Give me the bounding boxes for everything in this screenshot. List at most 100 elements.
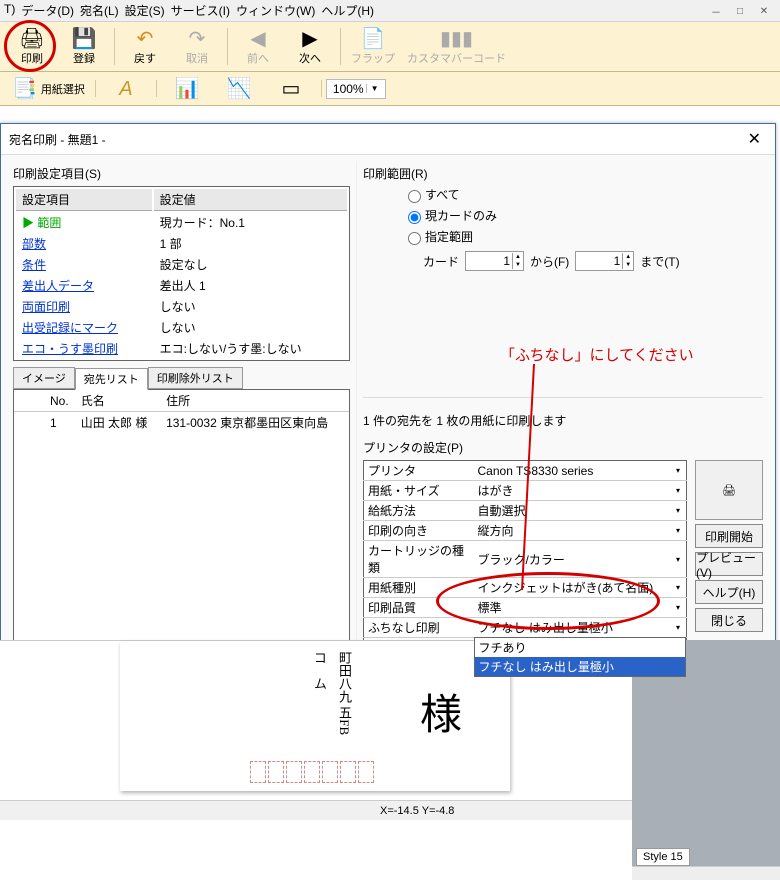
help-button[interactable]: ヘルプ(H) [695, 580, 763, 604]
scrollbar[interactable] [632, 866, 780, 880]
card-label: カード [423, 253, 459, 270]
dialog-close-button[interactable]: ✕ [742, 129, 767, 149]
printer-setting-row[interactable]: 印刷の向き縦方向▾ [364, 521, 687, 541]
doc-icon: ▭ [281, 78, 300, 100]
range-span-radio[interactable] [408, 232, 421, 245]
dropdown-option[interactable]: フチなし はみ出し量極小 [475, 657, 686, 676]
undo-icon: ↶ [137, 28, 154, 50]
postcard-preview: コ ム 町田八九 五FB 様 [120, 641, 510, 791]
chevron-down-icon: ▾ [674, 526, 682, 535]
printer-group-label: プリンタの設定(P) [363, 439, 763, 456]
settings-row[interactable]: エコ・うす墨印刷エコ:しない/うす墨:しない [16, 339, 347, 358]
printer-setting-row[interactable]: ふちなし印刷フチなし はみ出し量極小▾フチありフチなし はみ出し量極小 [364, 618, 687, 638]
next-icon: ▶ [302, 28, 317, 50]
chart-up-button[interactable]: 📊 [167, 78, 207, 100]
menu-item[interactable]: サービス(I) [171, 2, 230, 19]
settings-row[interactable]: 両面印刷しない [16, 297, 347, 316]
printer-icon: 🖨 [19, 28, 44, 50]
menu-item[interactable]: ウィンドウ(W) [236, 2, 315, 19]
font-button[interactable]: A [106, 78, 146, 100]
printer-image: 🖨 [695, 460, 763, 520]
dropdown-option[interactable]: フチあり [475, 638, 686, 657]
undo-button[interactable]: ↶ 戻す [125, 28, 165, 66]
chart-down-button[interactable]: 📉 [219, 78, 259, 100]
range-all-radio[interactable] [408, 190, 421, 203]
toolbar-secondary: 📑 用紙選択 A 📊 📉 ▭ 100% ▼ [0, 72, 780, 106]
print-dialog: 宛名印刷 - 無題1 - ✕ 印刷設定項目(S) 設定項目 設定値 ▶ 範囲現カ… [0, 123, 776, 689]
zoom-select[interactable]: 100% ▼ [326, 79, 386, 99]
range-group-label: 印刷範囲(R) [363, 165, 763, 182]
tab-exclude-list[interactable]: 印刷除外リスト [148, 367, 243, 389]
printer-setting-row[interactable]: 給紙方法自動選択▾ [364, 501, 687, 521]
count-message: 1 件の宛先を 1 枚の用紙に印刷します [363, 412, 763, 429]
print-button[interactable]: 🖨 印刷 [12, 28, 52, 66]
paper-select-button[interactable]: 📑 用紙選択 [12, 78, 85, 100]
chart-icon: 📉 [226, 78, 251, 100]
to-label: まで(T) [640, 253, 679, 270]
statusbar: X=-14.5 Y=-4.8 [0, 800, 632, 820]
borderless-dropdown[interactable]: フチありフチなし はみ出し量極小 [474, 637, 687, 677]
settings-group-label: 印刷設定項目(S) [13, 165, 350, 182]
chevron-down-icon: ▾ [674, 466, 682, 475]
settings-table: 設定項目 設定値 ▶ 範囲現カード：No.1 部数1 部 条件設定なし 差出人デ… [13, 186, 350, 361]
settings-row[interactable]: 条件設定なし [16, 255, 347, 274]
print-start-button[interactable]: 印刷開始 [695, 524, 763, 548]
menu-item[interactable]: データ(D) [21, 2, 74, 19]
cursor-coords: X=-14.5 Y=-4.8 [380, 805, 454, 817]
menu-item[interactable]: 設定(S) [125, 2, 165, 19]
close-dialog-button[interactable]: 閉じる [695, 608, 763, 632]
settings-row[interactable]: ▶ 範囲現カード：No.1 [16, 213, 347, 232]
settings-row[interactable]: 部数1 部 [16, 234, 347, 253]
paper-icon: 📑 [12, 78, 37, 100]
tab-image[interactable]: イメージ [13, 367, 75, 389]
settings-row[interactable]: 差出人データ差出人 1 [16, 276, 347, 295]
register-button[interactable]: 💾 登録 [64, 28, 104, 66]
range-current-radio[interactable] [408, 211, 421, 224]
barcode-button[interactable]: ▮▮▮ カスタマバーコード [407, 28, 506, 66]
chevron-down-icon: ▾ [674, 603, 682, 612]
menu-item[interactable]: 宛名(L) [80, 2, 119, 19]
prev-button[interactable]: ◀ 前へ [238, 28, 278, 66]
card-to-spin[interactable]: ▲▼ [575, 251, 634, 271]
menu-item[interactable]: T) [4, 2, 15, 19]
cancel-button[interactable]: ↷ 取消 [177, 28, 217, 66]
chevron-down-icon: ▼ [366, 84, 381, 93]
printer-setting-row[interactable]: 用紙・サイズはがき▾ [364, 481, 687, 501]
close-button[interactable]: ✕ [752, 2, 776, 20]
postal-boxes [250, 761, 374, 783]
barcode-icon: ▮▮▮ [440, 28, 473, 50]
menubar: T) データ(D) 宛名(L) 設定(S) サービス(I) ウィンドウ(W) ヘ… [0, 0, 780, 22]
flap-icon: 📄 [361, 28, 386, 50]
chevron-down-icon: ▾ [674, 506, 682, 515]
chevron-down-icon: ▾ [674, 555, 682, 564]
menu-item[interactable]: ヘルプ(H) [321, 2, 374, 19]
list-item[interactable]: 1山田 太郎 様131-0032 東京都墨田区東向島 [14, 412, 349, 434]
settings-row[interactable]: 出受記録にマークしない [16, 318, 347, 337]
flap-button[interactable]: 📄 フラップ [351, 28, 395, 66]
maximize-button[interactable]: □ [728, 2, 752, 20]
next-button[interactable]: ▶ 次へ [290, 28, 330, 66]
chevron-down-icon: ▾ [674, 486, 682, 495]
register-icon: 💾 [72, 28, 97, 50]
printer-setting-row[interactable]: カートリッジの種類ブラック/カラー▾ [364, 541, 687, 578]
minimize-button[interactable]: － [704, 2, 728, 20]
address-list[interactable]: No. 氏名 住所 1山田 太郎 様131-0032 東京都墨田区東向島 [13, 389, 350, 649]
dialog-title: 宛名印刷 - 無題1 - [9, 131, 106, 148]
chart-icon: 📊 [174, 78, 199, 100]
postcard-suffix: 様 [420, 681, 462, 742]
from-label: から(F) [530, 253, 569, 270]
tab-address-list[interactable]: 宛先リスト [75, 368, 148, 390]
printer-setting-row[interactable]: 印刷品質標準▾ [364, 598, 687, 618]
preview-button[interactable]: プレビュー(V) [695, 552, 763, 576]
toolbar-main: 🖨 印刷 💾 登録 ↶ 戻す ↷ 取消 ◀ 前へ ▶ 次へ 📄 フラップ ▮▮▮… [0, 22, 780, 72]
printer-setting-row[interactable]: プリンタCanon TS8330 series▾ [364, 461, 687, 481]
printer-setting-row[interactable]: 用紙種別インクジェットはがき(あて名面)▾ [364, 578, 687, 598]
font-icon: A [119, 78, 132, 100]
redo-icon: ↷ [189, 28, 206, 50]
chevron-down-icon: ▾ [674, 583, 682, 592]
zoom-value: 100% [331, 82, 366, 96]
card-from-spin[interactable]: ▲▼ [465, 251, 524, 271]
chevron-down-icon: ▾ [674, 623, 682, 632]
doc-button[interactable]: ▭ [271, 78, 311, 100]
style-badge: Style 15 [636, 848, 690, 866]
